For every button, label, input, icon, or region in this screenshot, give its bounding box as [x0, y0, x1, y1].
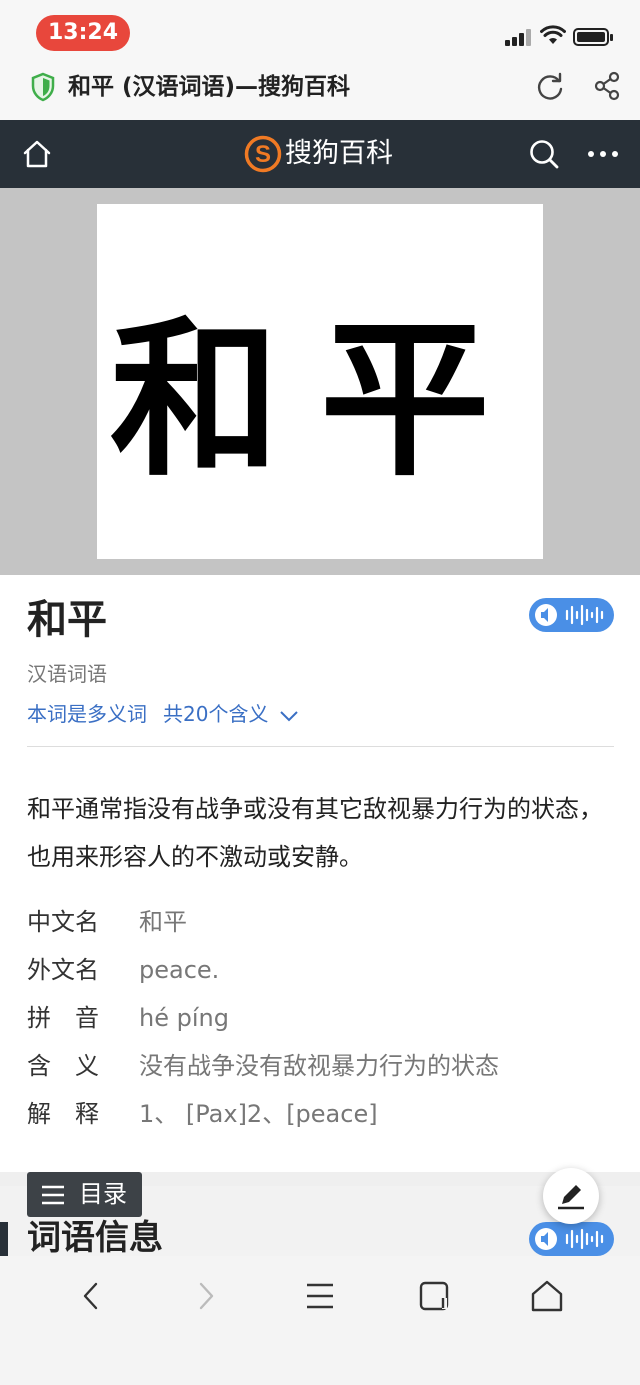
info-value: hé píng [139, 1004, 229, 1032]
shield-icon [31, 72, 55, 102]
browser-toolbar [0, 1256, 640, 1385]
search-icon[interactable] [528, 138, 560, 170]
info-label: 含 义 [27, 1052, 99, 1080]
article-content: 和平 汉语词语 本词是多义词 共20个含义 和平通常指没有战争或没有其它敌视暴力行… [0, 575, 640, 1172]
chevron-down-icon[interactable] [279, 709, 299, 723]
reload-icon[interactable] [535, 72, 565, 102]
wifi-icon [540, 25, 566, 44]
cellular-signal-icon [505, 28, 535, 46]
address-bar: 和平 (汉语词语)—搜狗百科 [0, 60, 640, 120]
page-title[interactable]: 和平 (汉语词语)—搜狗百科 [68, 70, 350, 104]
battery-icon [573, 28, 613, 46]
info-value: peace. [139, 956, 220, 984]
info-row: 含 义 没有战争没有敌视暴力行为的状态 [27, 1046, 499, 1094]
calligraphy-text: 和平 [110, 300, 530, 500]
info-label: 拼 音 [27, 1004, 99, 1032]
status-bar: 13:24 [0, 0, 640, 60]
calligraphy-artwork: 和平 [110, 300, 530, 500]
info-label: 外文名 [27, 956, 99, 984]
toc-button[interactable]: 目录 [27, 1172, 142, 1217]
article-summary: 和平通常指没有战争或没有其它敌视暴力行为的状态，也用来形容人的不激动或安静。 [27, 795, 603, 871]
section-title: 词语信息 [27, 1218, 163, 1258]
info-row: 外文名 peace. [27, 950, 499, 998]
home-icon[interactable] [22, 139, 52, 169]
polysemy-label[interactable]: 本词是多义词 [27, 702, 147, 726]
article-image-area: 和平 [0, 188, 640, 575]
speaker-icon [535, 604, 604, 626]
share-icon[interactable] [592, 71, 622, 101]
info-row: 解 释 1、 [Pax]2、[peace] [27, 1094, 499, 1142]
tabs-menu-icon[interactable] [302, 1278, 338, 1314]
info-value: 1、 [Pax]2、[peace] [139, 1100, 378, 1128]
sogou-logo-icon[interactable]: S [244, 135, 282, 173]
section-audio-button[interactable] [529, 1222, 614, 1256]
window-icon[interactable] [416, 1278, 452, 1314]
info-box: 中文名 和平 外文名 peace. 拼 音 hé píng 含 义 没有战争没有敌视暴力… [27, 902, 499, 1142]
more-icon[interactable] [586, 142, 620, 166]
edit-icon [558, 1185, 584, 1210]
forward-icon[interactable] [187, 1278, 223, 1314]
site-navbar: S 搜狗百科 [0, 120, 640, 188]
browser-home-icon[interactable] [529, 1278, 565, 1314]
info-label: 解 释 [27, 1100, 99, 1128]
section-marker [0, 1222, 8, 1256]
polysemy-toggle[interactable]: 本词是多义词 共20个含义 [27, 700, 299, 728]
info-row: 中文名 和平 [27, 902, 499, 950]
info-row: 拼 音 hé píng [27, 998, 499, 1046]
info-label: 中文名 [27, 908, 99, 936]
speaker-icon [535, 1228, 604, 1250]
edit-button[interactable] [543, 1168, 599, 1224]
meanings-count[interactable]: 共20个含义 [163, 702, 268, 726]
info-value: 没有战争没有敌视暴力行为的状态 [139, 1052, 499, 1080]
calligraphy-image[interactable]: 和平 [97, 204, 543, 559]
article-category: 汉语词语 [27, 662, 107, 686]
pronunciation-audio-button[interactable] [529, 598, 614, 632]
article-title: 和平 [27, 597, 107, 643]
back-icon[interactable] [74, 1278, 110, 1314]
info-value: 和平 [139, 908, 187, 936]
divider [27, 746, 614, 747]
status-time: 13:24 [36, 15, 130, 51]
svg-text:S: S [255, 141, 271, 168]
menu-icon [42, 1185, 64, 1205]
site-brand[interactable]: 搜狗百科 [285, 136, 393, 172]
toc-label: 目录 [79, 1180, 127, 1208]
